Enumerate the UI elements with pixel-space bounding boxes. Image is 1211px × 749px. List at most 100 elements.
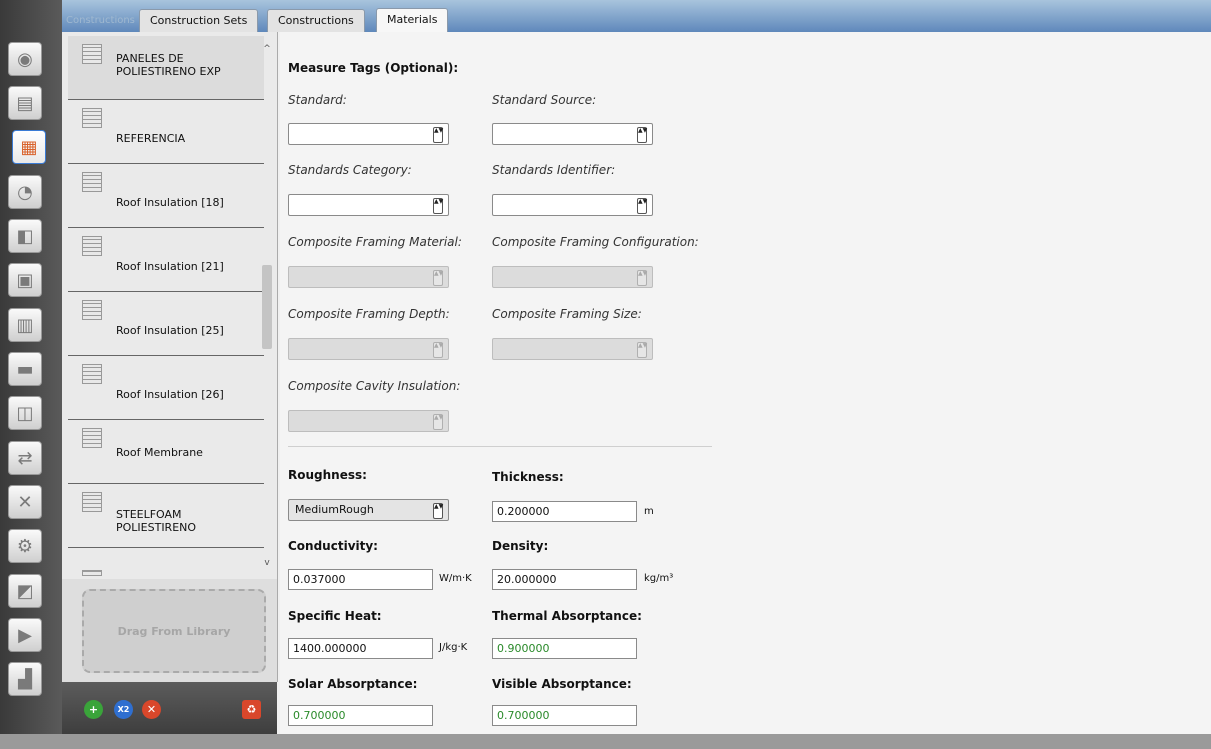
list-item-text: PANELES DE POLIESTIRENO EXP	[116, 52, 221, 78]
run-icon[interactable]: ▶	[8, 618, 42, 652]
solar-absorptance-field[interactable]: 0.700000	[288, 705, 433, 726]
measure-tags-heading: Measure Tags (Optional):	[288, 61, 459, 75]
composite-framing-configuration-combo[interactable]: ▲▼	[492, 266, 653, 288]
composite-cavity-insulation-combo[interactable]: ▲▼	[288, 410, 449, 432]
spin-arrows-icon: ▲▼	[433, 198, 443, 214]
density-label: Density:	[492, 539, 549, 553]
facility-icon[interactable]: ▥	[8, 308, 42, 342]
list-item-label: Roof Insulation [18]	[116, 196, 224, 209]
copy-button[interactable]: X2	[114, 700, 133, 719]
spin-arrows-icon: ▲▼	[433, 503, 443, 519]
material-icon	[82, 172, 102, 192]
simulation-settings-icon[interactable]: ⚙	[8, 529, 42, 563]
density-unit: kg/m³	[644, 573, 674, 584]
specific-heat-field[interactable]: 1400.000000	[288, 638, 433, 659]
scrollbar-thumb[interactable]	[262, 265, 272, 349]
list-action-bar: + X2 ✕ ♻	[62, 682, 277, 734]
spin-arrows-icon: ▲▼	[433, 414, 443, 430]
composite-framing-depth-combo[interactable]: ▲▼	[288, 338, 449, 360]
list-item[interactable]: Roof Insulation [21]	[68, 228, 264, 292]
thickness-field[interactable]: 0.200000	[492, 501, 637, 522]
material-icon	[82, 364, 102, 384]
combo-value: MediumRough	[295, 503, 374, 516]
composite-framing-configuration-label: Composite Framing Configuration:	[492, 235, 699, 249]
list-item[interactable]: Roof Insulation [25]	[68, 292, 264, 356]
thermal-absorptance-field[interactable]: 0.900000	[492, 638, 637, 659]
standard-source-label: Standard Source:	[492, 93, 597, 107]
loads-icon[interactable]: ◔	[8, 175, 42, 209]
density-field[interactable]: 20.000000	[492, 569, 637, 590]
status-bar	[0, 734, 1211, 749]
tab-materials[interactable]: Materials	[376, 8, 449, 33]
list-item[interactable]: PANELES DE POLIESTIRENO EXP	[68, 36, 264, 100]
conductivity-field[interactable]: 0.037000	[288, 569, 433, 590]
roughness-combo[interactable]: MediumRough ▲▼	[288, 499, 449, 521]
scroll-up-arrow[interactable]: ^	[262, 44, 272, 54]
add-button[interactable]: +	[84, 700, 103, 719]
standard-label: Standard:	[288, 93, 347, 107]
site-icon[interactable]: ◉	[8, 42, 42, 76]
solar-absorptance-label: Solar Absorptance:	[288, 677, 418, 691]
remove-button[interactable]: ✕	[142, 700, 161, 719]
list-item-text: STEELFOAM POLIESTIRENO	[116, 508, 197, 534]
material-icon	[82, 300, 102, 320]
thickness-label: Thickness:	[492, 470, 564, 484]
drag-from-library-zone[interactable]: Drag From Library	[82, 589, 266, 673]
list-item[interactable]	[68, 548, 264, 576]
tab-constructions-faded: Constructions	[66, 15, 135, 26]
space-types-icon[interactable]: ◧	[8, 219, 42, 253]
material-icon	[82, 236, 102, 256]
visible-absorptance-field[interactable]: 0.700000	[492, 705, 637, 726]
standard-combo[interactable]: ▲▼	[288, 123, 449, 145]
spin-arrows-icon: ▲▼	[433, 270, 443, 286]
material-icon	[82, 428, 102, 448]
specific-heat-unit: J/kg·K	[439, 642, 468, 653]
constructions-icon[interactable]: ▦	[12, 130, 46, 164]
standards-identifier-label: Standards Identifier:	[492, 163, 616, 177]
tab-strip: Constructions Construction Sets Construc…	[62, 0, 1211, 33]
list-item[interactable]: Roof Insulation [26]	[68, 356, 264, 420]
tab-construction-sets[interactable]: Construction Sets	[139, 9, 259, 32]
material-icon	[82, 44, 102, 64]
standards-category-combo[interactable]: ▲▼	[288, 194, 449, 216]
list-item[interactable]: REFERENCIA	[68, 100, 264, 164]
composite-cavity-insulation-label: Composite Cavity Insulation:	[288, 379, 461, 393]
schedules-icon[interactable]: ▤	[8, 86, 42, 120]
tab-constructions[interactable]: Constructions	[267, 9, 365, 32]
scripts-icon[interactable]: ◩	[8, 574, 42, 608]
vertical-toolbar: ◉ ▤ ▦ ◔ ◧ ▣ ▥ ▬ ◫ ⇄ ✕ ⚙ ◩ ▶ ▟	[0, 0, 62, 749]
composite-framing-material-combo[interactable]: ▲▼	[288, 266, 449, 288]
spin-arrows-icon: ▲▼	[637, 342, 647, 358]
section-divider	[288, 446, 712, 447]
list-item[interactable]: Roof Insulation [18]	[68, 164, 264, 228]
spin-arrows-icon: ▲▼	[637, 198, 647, 214]
standards-identifier-combo[interactable]: ▲▼	[492, 194, 653, 216]
materials-list: PANELES DE POLIESTIRENO EXP REFERENCIA R…	[62, 32, 278, 579]
list-item[interactable]: STEELFOAM POLIESTIRENO	[68, 484, 264, 548]
list-item-label: Roof Insulation [26]	[116, 388, 224, 401]
spaces-icon[interactable]: ▬	[8, 352, 42, 386]
composite-framing-size-combo[interactable]: ▲▼	[492, 338, 653, 360]
spin-arrows-icon: ▲▼	[433, 127, 443, 143]
drop-zone-area: Drag From Library	[62, 579, 278, 682]
spin-arrows-icon: ▲▼	[637, 127, 647, 143]
thickness-unit: m	[644, 506, 654, 517]
spin-arrows-icon: ▲▼	[433, 342, 443, 358]
output-variables-icon[interactable]: ✕	[8, 485, 42, 519]
scroll-down-arrow[interactable]: v	[262, 558, 272, 568]
composite-framing-depth-label: Composite Framing Depth:	[288, 307, 450, 321]
hvac-icon[interactable]: ⇄	[8, 441, 42, 475]
material-icon	[82, 492, 102, 512]
geometry-icon[interactable]: ▣	[8, 263, 42, 297]
thermal-zones-icon[interactable]: ◫	[8, 396, 42, 430]
standard-source-combo[interactable]: ▲▼	[492, 123, 653, 145]
conductivity-label: Conductivity:	[288, 539, 378, 553]
list-item[interactable]: Roof Membrane	[68, 420, 264, 484]
visible-absorptance-label: Visible Absorptance:	[492, 677, 632, 691]
thermal-absorptance-label: Thermal Absorptance:	[492, 609, 642, 623]
list-item-label: Roof Insulation [25]	[116, 324, 224, 337]
results-icon[interactable]: ▟	[8, 662, 42, 696]
purge-button[interactable]: ♻	[242, 700, 261, 719]
roughness-label: Roughness:	[288, 468, 367, 482]
list-item-label: PANELES DE POLIESTIRENO EXP	[116, 52, 221, 78]
